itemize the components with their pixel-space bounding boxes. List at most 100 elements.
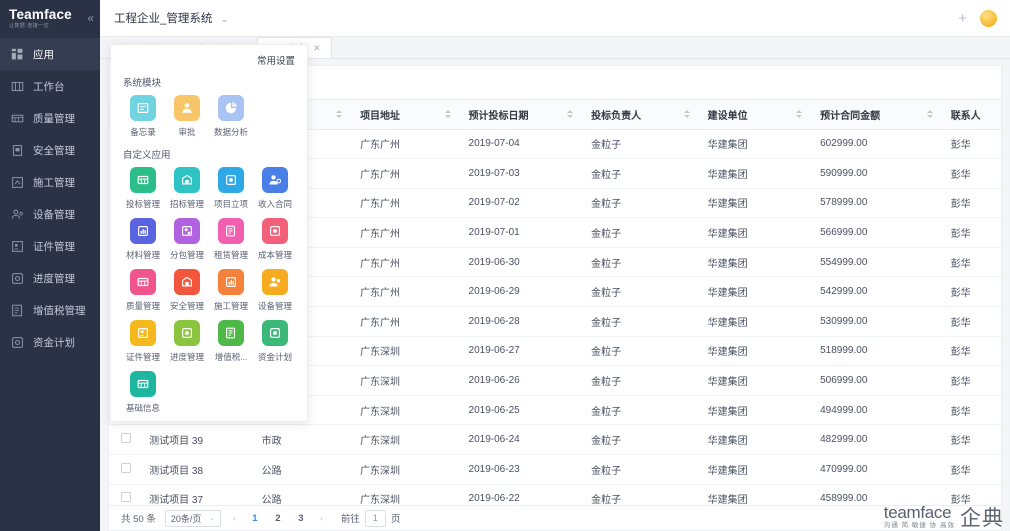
- custom-app-12[interactable]: 设备管理: [253, 269, 297, 312]
- system-app-2[interactable]: 审批: [165, 95, 209, 138]
- custom-app-5[interactable]: 材料管理: [121, 218, 165, 261]
- topbar-actions: +: [958, 9, 1010, 27]
- certificate-icon: [11, 240, 24, 253]
- cell-date: 2019-06-24: [458, 424, 582, 456]
- common-settings-link[interactable]: 常用设置: [121, 51, 297, 73]
- table-row[interactable]: 测试项目 38 公路 广东深圳 2019-06-23 金粒子 华建集团 470999.00 彭…: [109, 454, 1001, 485]
- pie-icon: [218, 95, 244, 121]
- sidebar-item-fund[interactable]: 资金计划: [0, 326, 100, 358]
- row-select-cell[interactable]: [109, 424, 140, 456]
- apps-dropdown-panel: 常用设置 系统模块 备忘录 审批 数据分析 自定义应用 投标管理 招标管理 项目立项 收入…: [110, 44, 308, 422]
- next-page-button[interactable]: ›: [317, 513, 326, 523]
- column-label: 预计投标日期: [468, 110, 529, 122]
- app-label: 收入合同: [257, 199, 292, 209]
- column-label: 建设单位: [707, 110, 748, 122]
- sidebar-item-apps[interactable]: 应用: [0, 38, 100, 70]
- sidebar-item-label: 应用: [33, 48, 54, 61]
- cell-unit: 华建集团: [697, 217, 811, 248]
- cell-addr: 广东深圳: [350, 395, 459, 426]
- add-button[interactable]: +: [958, 11, 967, 26]
- chevron-down-icon: ⌄: [208, 515, 215, 522]
- table-row[interactable]: 测试项目 37 公路 广东深圳 2019-06-22 金粒子 华建集团 458999.00 彭…: [109, 484, 1001, 505]
- sort-icon[interactable]: [444, 110, 451, 119]
- sidebar-item-tax[interactable]: 增值税管理: [0, 294, 100, 326]
- sidebar-item-quality[interactable]: 质量管理: [0, 102, 100, 134]
- custom-app-17[interactable]: 基础信息: [121, 371, 165, 414]
- avatar[interactable]: [980, 9, 997, 27]
- custom-app-13[interactable]: 证件管理: [121, 320, 165, 363]
- custom-app-14[interactable]: 进度管理: [165, 320, 209, 363]
- cell-owner: 金粒子: [581, 247, 698, 278]
- page-button-2[interactable]: 2: [271, 513, 285, 524]
- column-header-amount[interactable]: 预计合同金额: [810, 100, 941, 130]
- custom-app-8[interactable]: 成本管理: [253, 218, 297, 261]
- page-button-3[interactable]: 3: [294, 513, 308, 524]
- cell-addr: 广东广州: [350, 276, 459, 308]
- cell-amount: 590999.00: [810, 158, 941, 189]
- tax-icon: [11, 304, 24, 317]
- sidebar-item-device[interactable]: 设备管理: [0, 198, 100, 230]
- cell-amount: 518999.00: [810, 336, 941, 367]
- system-app-3[interactable]: 数据分析: [209, 95, 253, 138]
- cell-amount: 530999.00: [810, 306, 941, 337]
- page-size-select[interactable]: 20条/页 ⌄: [164, 509, 221, 527]
- sort-icon[interactable]: [336, 110, 343, 119]
- sidebar-item-safety[interactable]: 安全管理: [0, 134, 100, 166]
- sidebar-item-certificate[interactable]: 证件管理: [0, 230, 100, 262]
- close-icon[interactable]: ✕: [313, 43, 321, 54]
- page-title-wrap[interactable]: 工程企业_管理系统 ⌄: [114, 10, 228, 26]
- total-count: 共 50 条: [121, 514, 156, 525]
- app-label: 施工管理: [213, 301, 248, 311]
- sidebar-item-workbench[interactable]: 工作台: [0, 70, 100, 102]
- custom-app-15[interactable]: 增值税...: [209, 320, 253, 363]
- custom-app-7[interactable]: 租赁管理: [209, 218, 253, 261]
- app-label: 备忘录: [130, 127, 156, 137]
- row-checkbox[interactable]: [121, 462, 131, 473]
- pagination: 共 50 条 20条/页 ⌄ ‹ 1 2 3 › 前往 1 页: [109, 505, 1001, 530]
- column-header-contact[interactable]: 联系人: [940, 100, 1001, 130]
- row-checkbox[interactable]: [121, 492, 131, 503]
- custom-app-16[interactable]: 资金计划: [253, 320, 297, 363]
- sort-icon[interactable]: [683, 110, 690, 119]
- cell-amount: 458999.00: [810, 484, 941, 505]
- column-header-bid-date[interactable]: 预计投标日期: [458, 100, 582, 130]
- page-button-1[interactable]: 1: [248, 513, 262, 524]
- column-header-owner[interactable]: 投标负责人: [581, 100, 698, 130]
- custom-app-10[interactable]: 安全管理: [165, 269, 209, 312]
- custom-app-4[interactable]: 收入合同: [253, 167, 297, 210]
- column-header-unit[interactable]: 建设单位: [697, 100, 811, 130]
- custom-apps-heading: 自定义应用: [123, 150, 171, 161]
- column-header-address[interactable]: 项目地址: [350, 100, 459, 130]
- custom-app-3[interactable]: 项目立项: [209, 167, 253, 210]
- cell-type: 市政: [251, 424, 351, 456]
- custom-app-9[interactable]: 质量管理: [121, 269, 165, 312]
- app-root: Teamface 让数据·连接一切 « 应用 工作台 质量管理 安全管理 施工管…: [0, 0, 1010, 531]
- column-label: 预计合同金额: [820, 110, 881, 122]
- prev-page-button[interactable]: ‹: [230, 513, 239, 523]
- sidebar-collapse-icon[interactable]: «: [87, 11, 94, 25]
- custom-app-1[interactable]: 投标管理: [121, 167, 165, 210]
- custom-app-2[interactable]: 招标管理: [165, 167, 209, 210]
- cell-amount: 482999.00: [810, 424, 941, 456]
- jump-page-input[interactable]: 1: [364, 509, 386, 527]
- sort-icon[interactable]: [926, 110, 933, 119]
- sort-icon[interactable]: [796, 110, 803, 119]
- cell-addr: 广东深圳: [350, 365, 459, 396]
- brand-logo[interactable]: Teamface 让数据·连接一切 «: [0, 0, 100, 37]
- sidebar-item-progress[interactable]: 进度管理: [0, 262, 100, 294]
- custom-app-11[interactable]: 施工管理: [209, 269, 253, 312]
- sort-icon[interactable]: [567, 110, 574, 119]
- sidebar-item-construction[interactable]: 施工管理: [0, 166, 100, 198]
- table-row[interactable]: 测试项目 39 市政 广东深圳 2019-06-24 金粒子 华建集团 482999.00 彭…: [109, 424, 1001, 456]
- row-select-cell[interactable]: [109, 484, 140, 505]
- sidebar-item-label: 施工管理: [33, 176, 75, 189]
- row-select-cell[interactable]: [109, 454, 140, 485]
- row-checkbox[interactable]: [121, 433, 131, 444]
- cell-contact: 彭华: [940, 484, 1001, 505]
- cell-date: 2019-06-30: [458, 247, 582, 278]
- cell-unit: 华建集团: [697, 365, 811, 396]
- brand-name: Teamface: [9, 7, 72, 23]
- system-app-1[interactable]: 备忘录: [121, 95, 165, 138]
- chevron-down-icon[interactable]: ⌄: [221, 14, 229, 24]
- custom-app-6[interactable]: 分包管理: [165, 218, 209, 261]
